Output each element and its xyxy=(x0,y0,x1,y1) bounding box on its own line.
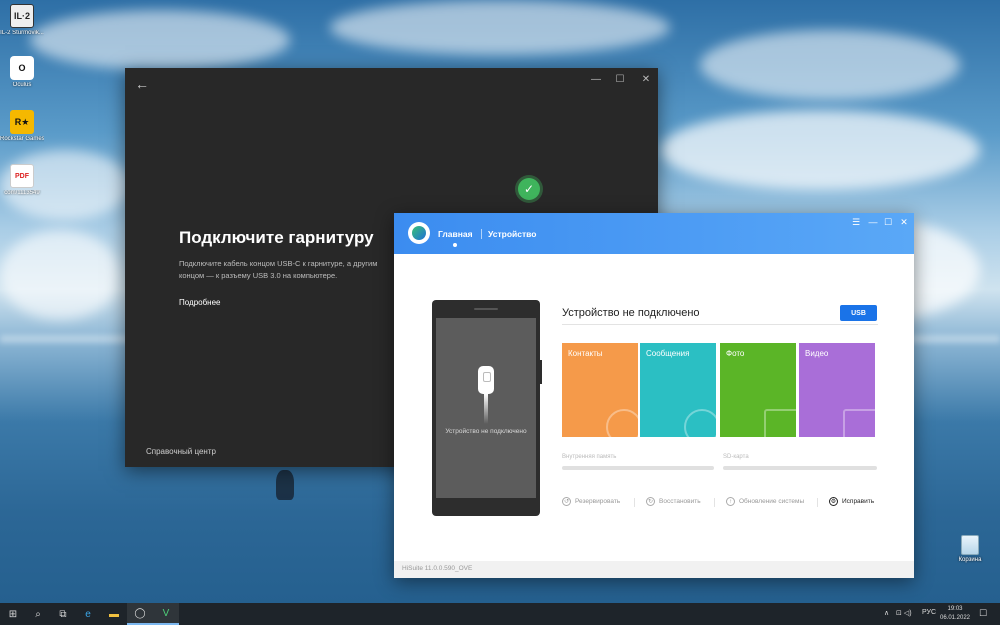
divider xyxy=(714,498,715,507)
phone-status-text: Устройство не подключено xyxy=(445,428,527,435)
tile-video[interactable]: Видео xyxy=(799,343,875,437)
il2-icon: IL·2 xyxy=(10,4,34,28)
tab-divider xyxy=(481,229,482,239)
action-label: Обновление системы xyxy=(739,498,805,505)
clock-date: 06.01.2022 xyxy=(939,615,971,621)
tile-messages[interactable]: Сообщения xyxy=(640,343,716,437)
video-icon xyxy=(843,409,875,437)
recycle-bin-icon xyxy=(961,535,979,555)
tab-device[interactable]: Устройство xyxy=(488,229,536,239)
tile-label: Фото xyxy=(726,349,745,358)
edge-icon[interactable]: e xyxy=(75,603,101,625)
file-explorer-icon[interactable]: ▬ xyxy=(101,603,127,625)
oculus-icon: O xyxy=(10,56,34,80)
backup-icon: ↺ xyxy=(562,497,571,506)
task-view-icon[interactable]: ⧉ xyxy=(50,603,76,625)
taskbar: ⊞ ⌕ ⧉ e ▬ ◯ V ∧ ⊡ ◁) РУС 19:03 06.01.202… xyxy=(0,603,1000,625)
internal-storage-label: Внутренняя память xyxy=(562,454,617,460)
close-button[interactable]: ✕ xyxy=(636,74,656,85)
repair-button[interactable]: ⚙ Исправить xyxy=(829,497,874,506)
tray-network-volume-icons[interactable]: ⊡ ◁) xyxy=(896,609,912,617)
desktop-icon-label: Корзина xyxy=(958,557,982,563)
action-label: Исправить xyxy=(842,498,875,505)
update-icon: ↑ xyxy=(726,497,735,506)
desktop-icon-recycle-bin[interactable]: Корзина xyxy=(956,535,984,563)
oculus-taskbar-icon[interactable]: ◯ xyxy=(127,603,153,625)
clock-time: 19:03 xyxy=(947,606,963,612)
contacts-icon xyxy=(606,409,638,437)
phone-screen: Устройство не подключено xyxy=(436,318,536,498)
language-indicator[interactable]: РУС xyxy=(922,609,936,616)
desktop-icon-label: IL-2 Sturmovik... xyxy=(0,30,44,36)
pdf-icon: PDF xyxy=(10,164,34,188)
system-update-button[interactable]: ↑ Обновление системы xyxy=(726,497,804,506)
restore-button[interactable]: ↻ Восстановить xyxy=(646,497,701,506)
hisuite-taskbar-icon[interactable]: V xyxy=(153,603,179,625)
start-button[interactable]: ⊞ xyxy=(0,603,26,625)
divider xyxy=(817,498,818,507)
active-tab-indicator xyxy=(453,243,457,247)
search-icon[interactable]: ⌕ xyxy=(25,603,51,625)
rockstar-icon: R★ xyxy=(10,110,34,134)
more-link[interactable]: Подробнее xyxy=(179,298,221,307)
sd-card-bar xyxy=(723,466,877,470)
hisuite-header: Главная Устройство ☰ — ☐ ✕ xyxy=(394,213,914,254)
action-label: Восстановить xyxy=(659,498,701,505)
show-hidden-icons-chevron[interactable]: ∧ xyxy=(884,609,889,617)
sd-card-label: SD-карта xyxy=(723,454,749,460)
desktop-icon-pdf[interactable]: PDF com/1113549 xyxy=(0,164,44,197)
notifications-icon[interactable]: ☐ xyxy=(979,608,987,619)
hisuite-logo-icon xyxy=(408,222,430,244)
tile-label: Сообщения xyxy=(646,349,690,358)
tile-contacts[interactable]: Контакты xyxy=(562,343,638,437)
back-arrow-icon[interactable]: ← xyxy=(135,76,149,92)
maximize-button[interactable]: ☐ xyxy=(610,74,630,85)
maximize-button[interactable]: ☐ xyxy=(881,217,895,228)
backup-button[interactable]: ↺ Резервировать xyxy=(562,497,620,506)
phone-illustration: Устройство не подключено xyxy=(432,300,542,516)
usb-plug-icon xyxy=(478,366,494,394)
desktop-icon-il2[interactable]: IL·2 IL-2 Sturmovik... xyxy=(0,4,44,37)
tile-photos[interactable]: Фото xyxy=(720,343,796,437)
internal-storage-bar xyxy=(562,466,714,470)
minimize-button[interactable]: — xyxy=(586,74,606,85)
desktop-icon-label: Oculus xyxy=(12,82,32,88)
usb-connect-button[interactable]: USB xyxy=(840,305,877,321)
gear-icon: ⚙ xyxy=(829,497,838,506)
clock[interactable]: 19:03 06.01.2022 xyxy=(937,605,973,623)
version-text: HiSuite 11.0.0.590_OVE xyxy=(402,565,473,572)
instructions-text: Подключите кабель концом USB-C к гарниту… xyxy=(179,259,378,280)
desktop-icon-label: com/1113549 xyxy=(4,190,40,196)
hisuite-window: Главная Устройство ☰ — ☐ ✕ Устройство не… xyxy=(394,213,914,578)
phone-speaker xyxy=(474,308,498,310)
close-button[interactable]: ✕ xyxy=(897,217,911,228)
tile-label: Контакты xyxy=(568,349,603,358)
desktop-icon-oculus[interactable]: O Oculus xyxy=(0,56,44,89)
device-status: Устройство не подключено xyxy=(562,307,700,319)
divider xyxy=(562,324,878,325)
tile-label: Видео xyxy=(805,349,829,358)
phone-side-button xyxy=(540,360,542,384)
restore-icon: ↻ xyxy=(646,497,655,506)
help-center-link[interactable]: Справочный центр xyxy=(146,447,216,456)
divider xyxy=(634,498,635,507)
photo-icon xyxy=(764,409,796,437)
action-label: Резервировать xyxy=(575,498,621,505)
status-bar: HiSuite 11.0.0.590_OVE xyxy=(394,561,914,578)
desktop-icon-rockstar[interactable]: R★ Rockstar Games... xyxy=(0,110,44,143)
page-title: Подключите гарнитуру xyxy=(179,228,374,247)
tab-home[interactable]: Главная xyxy=(438,229,473,239)
desktop-icon-label: Rockstar Games... xyxy=(0,136,44,142)
messages-icon xyxy=(684,409,716,437)
usb-cable xyxy=(484,394,488,424)
minimize-button[interactable]: — xyxy=(866,217,880,227)
check-icon: ✓ xyxy=(518,178,540,200)
menu-button[interactable]: ☰ xyxy=(849,217,863,228)
silhouette-figure xyxy=(276,470,294,500)
